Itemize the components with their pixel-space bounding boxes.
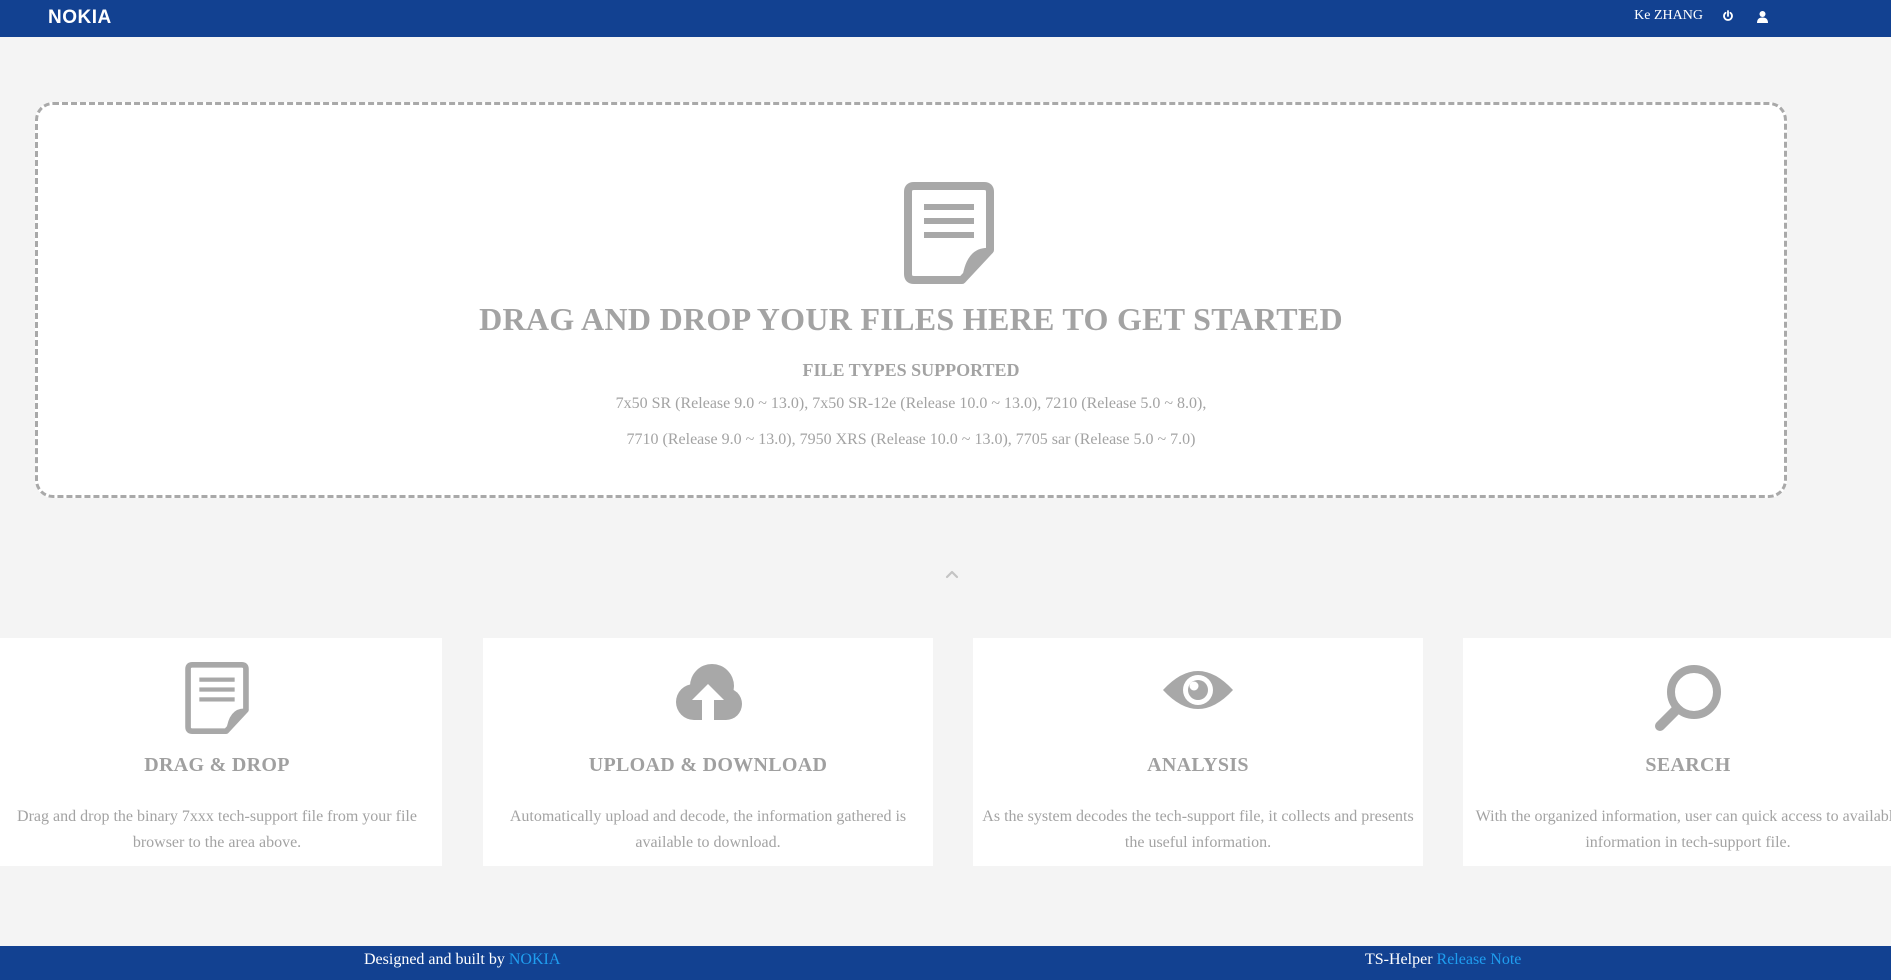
feature-description: With the organized information, user can… [1463, 804, 1891, 856]
feature-description: Drag and drop the binary 7xxx tech-suppo… [0, 804, 442, 856]
feature-description-line: Automatically upload and decode, the inf… [509, 808, 907, 825]
footer: Designed and built by NOKIA TS-Helper Re… [0, 946, 1891, 980]
footer-nokia-link[interactable]: NOKIA [509, 951, 561, 968]
user-icon[interactable] [1753, 7, 1771, 25]
feature-description: Automatically upload and decode, the inf… [483, 804, 933, 856]
release-note-link[interactable]: Release Note [1437, 951, 1522, 968]
search-icon [1463, 662, 1891, 738]
feature-title: UPLOAD & DOWNLOAD [588, 754, 828, 776]
feature-card-search: SEARCH With the organized information, u… [1463, 638, 1891, 866]
feature-description-line: the useful information. [1124, 834, 1272, 851]
nokia-logo[interactable]: NOKIA [48, 8, 112, 28]
username-label: Ke ZHANG [1634, 8, 1703, 23]
feature-card-drag-drop: DRAG & DROP Drag and drop the binary 7xx… [0, 638, 442, 866]
file-drop-zone[interactable]: DRAG AND DROP YOUR FILES HERE TO GET STA… [35, 102, 1787, 498]
supported-types-heading: FILE TYPES SUPPORTED [802, 360, 1020, 380]
document-icon [0, 662, 442, 738]
footer-credit: Designed and built by NOKIA [364, 951, 560, 969]
chevron-up-icon[interactable] [945, 566, 959, 584]
feature-description-line: available to download. [635, 834, 781, 851]
footer-app-name: TS-Helper [1365, 951, 1433, 968]
feature-card-analysis: ANALYSIS As the system decodes the tech-… [973, 638, 1423, 866]
feature-description-line: As the system decodes the tech-support f… [982, 808, 1414, 825]
feature-title: ANALYSIS [1147, 754, 1249, 776]
document-icon [904, 182, 994, 289]
eye-icon [973, 662, 1423, 738]
feature-title: SEARCH [1645, 754, 1731, 776]
feature-title: DRAG & DROP [144, 754, 290, 776]
footer-credit-text: Designed and built by [364, 951, 505, 968]
cloud-upload-icon [483, 662, 933, 738]
supported-types-line-1: 7x50 SR (Release 9.0 ~ 13.0), 7x50 SR-12… [615, 395, 1207, 412]
feature-description: As the system decodes the tech-support f… [973, 804, 1423, 856]
feature-description-line: browser to the area above. [132, 834, 302, 851]
power-icon[interactable] [1719, 7, 1737, 25]
top-navbar: NOKIA Ke ZHANG [0, 0, 1891, 37]
feature-description-line: Drag and drop the binary 7xxx tech-suppo… [17, 808, 417, 825]
feature-description-line: information in tech-support file. [1585, 834, 1791, 851]
user-area: Ke ZHANG [1634, 0, 1771, 32]
supported-types-line-2: 7710 (Release 9.0 ~ 13.0), 7950 XRS (Rel… [626, 431, 1196, 448]
feature-description-line: With the organized information, user can… [1475, 808, 1891, 825]
drop-zone-title: DRAG AND DROP YOUR FILES HERE TO GET STA… [479, 301, 1343, 337]
feature-card-upload-download: UPLOAD & DOWNLOAD Automatically upload a… [483, 638, 933, 866]
footer-app-info: TS-Helper Release Note [1365, 951, 1521, 969]
